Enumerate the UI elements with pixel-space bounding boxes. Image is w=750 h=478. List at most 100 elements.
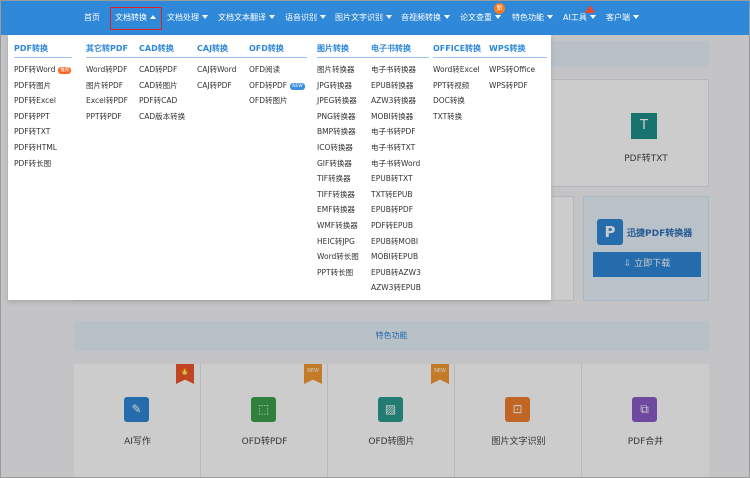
menu-item[interactable]: PDF转HTML (14, 140, 72, 156)
menu-item[interactable]: EPUB转MOBI (371, 234, 429, 250)
menu-item[interactable]: JPG转换器 (317, 78, 375, 94)
menu-item[interactable]: TXT转换 (433, 109, 491, 125)
menu-item[interactable]: CAD转PDF (139, 62, 197, 78)
menu-item[interactable]: PDF转Excel (14, 93, 72, 109)
menu-item[interactable]: CAD版本转换 (139, 109, 197, 125)
menu-item-label: 图片转PDF (86, 80, 124, 90)
menu-item-label: PDF转EPUB (371, 220, 414, 230)
nav-features[interactable]: 特色功能 (512, 1, 553, 35)
chevron-down-icon (320, 15, 326, 19)
menu-item[interactable]: EPUB转PDF (371, 202, 429, 218)
menu-item[interactable]: TXT转EPUB (371, 187, 429, 203)
menu-item[interactable]: PPT转视频 (433, 78, 491, 94)
menu-item[interactable]: OFD转PDF NEW (249, 78, 307, 94)
menu-item-label: 电子书转PDF (371, 127, 416, 137)
menu-item[interactable]: AZW3转换器 (371, 93, 429, 109)
menu-item[interactable]: 图片转PDF (86, 78, 144, 94)
menu-item[interactable]: AZW3转EPUB (371, 280, 429, 296)
menu-item[interactable]: PDF转Word 推荐 (14, 62, 72, 78)
menu-item-label: CAJ转Word (197, 65, 237, 74)
menu-column-pdf: PDF转换 PDF转Word 推荐 PDF转图片 PDF转Excel PDF转PPT PDF… (14, 43, 72, 171)
menu-item[interactable]: CAJ转Word (197, 62, 255, 78)
menu-item[interactable]: DOC转换 (433, 93, 491, 109)
menu-item[interactable]: 电子书转换器 (371, 62, 429, 78)
menu-item[interactable]: EPUB转AZW3 (371, 265, 429, 281)
menu-item-label: TXT转EPUB (371, 189, 413, 199)
menu-item[interactable]: WMF转换器 (317, 218, 375, 234)
menu-item[interactable]: CAJ转PDF (197, 78, 255, 94)
nav-av-convert[interactable]: 音视频转换 (401, 1, 450, 35)
menu-item-label: JPG转换器 (317, 80, 353, 90)
active-nav-highlight (110, 7, 162, 30)
nav-home[interactable]: 首页 (84, 1, 100, 35)
menu-item[interactable]: WPS转Office (489, 62, 547, 78)
menu-item[interactable]: 电子书转PDF (371, 124, 429, 140)
menu-item[interactable]: PNG转换器 (317, 109, 375, 125)
menu-item[interactable]: EPUB转换器 (371, 78, 429, 94)
menu-item[interactable]: TIFF转换器 (317, 187, 375, 203)
menu-item-label: PDF转TXT (14, 127, 51, 137)
nav-ocr[interactable]: 图片文字识别 (335, 1, 392, 35)
menu-item[interactable]: ICO转换器 (317, 140, 375, 156)
menu-item[interactable]: BMP转换器 (317, 124, 375, 140)
menu-item[interactable]: Excel转PDF (86, 93, 144, 109)
menu-column-to-pdf: 其它转PDF Word转PDF 图片转PDF Excel转PDF PPT转PDF (86, 43, 144, 124)
menu-item[interactable]: PDF转TXT (14, 124, 72, 140)
menu-item[interactable]: MOBI转换器 (371, 109, 429, 125)
menu-item[interactable]: HEIC转JPG (317, 234, 375, 250)
menu-item[interactable]: 图片转换器 (317, 62, 375, 78)
menu-item-label: TIF转换器 (317, 174, 351, 184)
menu-column-wps: WPS转换 WPS转Office WPS转PDF (489, 43, 547, 93)
new-badge: 新 (494, 3, 505, 14)
menu-item[interactable]: Word转长图 (317, 249, 375, 265)
menu-item-label: MOBI转换器 (371, 111, 414, 121)
menu-item[interactable]: PDF转EPUB (371, 218, 429, 234)
menu-item-label: EPUB转PDF (371, 205, 414, 215)
menu-item-label: PDF转Word (14, 65, 56, 74)
menu-item[interactable]: JPEG转换器 (317, 93, 375, 109)
top-nav-bar: 首页 文档转换 文档处理 文档文本翻译 语音识别 图片文字识别 音视频转换 论文… (1, 1, 749, 35)
menu-item[interactable]: PDF转PPT (14, 109, 72, 125)
menu-list: WPS转Office WPS转PDF (489, 62, 547, 93)
menu-item-label: BMP转换器 (317, 127, 356, 137)
nav-speech[interactable]: 语音识别 (285, 1, 326, 35)
menu-item[interactable]: CAD转图片 (139, 78, 197, 94)
nav-label: 文档处理 (167, 13, 199, 22)
menu-item[interactable]: PDF转长图 (14, 156, 72, 172)
menu-item-label: CAD版本转换 (139, 111, 186, 121)
menu-list: 电子书转换器 EPUB转换器 AZW3转换器 MOBI转换器 电子书转PDF 电子书转TX… (371, 62, 429, 296)
menu-item[interactable]: GIF转换器 (317, 156, 375, 172)
menu-item[interactable]: EMF转换器 (317, 202, 375, 218)
menu-item[interactable]: 电子书转TXT (371, 140, 429, 156)
menu-item-label: OFD转图片 (249, 96, 288, 106)
menu-list: 图片转换器 JPG转换器 JPEG转换器 PNG转换器 BMP转换器 ICO转换器 GIF转… (317, 62, 375, 280)
menu-item[interactable]: Word转Excel (433, 62, 491, 78)
nav-label: 图片文字识别 (335, 13, 383, 22)
menu-item[interactable]: WPS转PDF (489, 78, 547, 94)
menu-item[interactable]: EPUB转TXT (371, 171, 429, 187)
nav-label: 音视频转换 (401, 13, 441, 22)
menu-item-label: DOC转换 (433, 96, 465, 106)
menu-item-label: OFD阅读 (249, 65, 280, 74)
menu-item-label: MOBI转EPUB (371, 252, 419, 262)
menu-item[interactable]: 电子书转Word (371, 156, 429, 172)
menu-item-label: TXT转换 (433, 111, 463, 121)
menu-column-caj: CAJ转换 CAJ转Word CAJ转PDF (197, 43, 255, 93)
menu-item[interactable]: PDF转CAD (139, 93, 197, 109)
nav-client[interactable]: 客户端 (606, 1, 639, 35)
nav-label: 论文查重 (460, 13, 492, 22)
menu-column-title: PDF转换 (14, 44, 48, 53)
menu-item[interactable]: PDF转图片 (14, 78, 72, 94)
menu-item[interactable]: PPT转PDF (86, 109, 144, 125)
menu-item[interactable]: Word转PDF (86, 62, 144, 78)
nav-translate[interactable]: 文档文本翻译 (218, 1, 275, 35)
menu-item[interactable]: TIF转换器 (317, 171, 375, 187)
menu-list: CAJ转Word CAJ转PDF (197, 62, 255, 93)
menu-item[interactable]: OFD阅读 (249, 62, 307, 78)
menu-item[interactable]: OFD转图片 (249, 93, 307, 109)
menu-list: Word转Excel PPT转视频 DOC转换 TXT转换 (433, 62, 491, 124)
nav-doc-process[interactable]: 文档处理 (167, 1, 208, 35)
menu-item-label: EMF转换器 (317, 205, 356, 215)
menu-item[interactable]: PPT转长图 (317, 265, 375, 281)
menu-item[interactable]: MOBI转EPUB (371, 249, 429, 265)
